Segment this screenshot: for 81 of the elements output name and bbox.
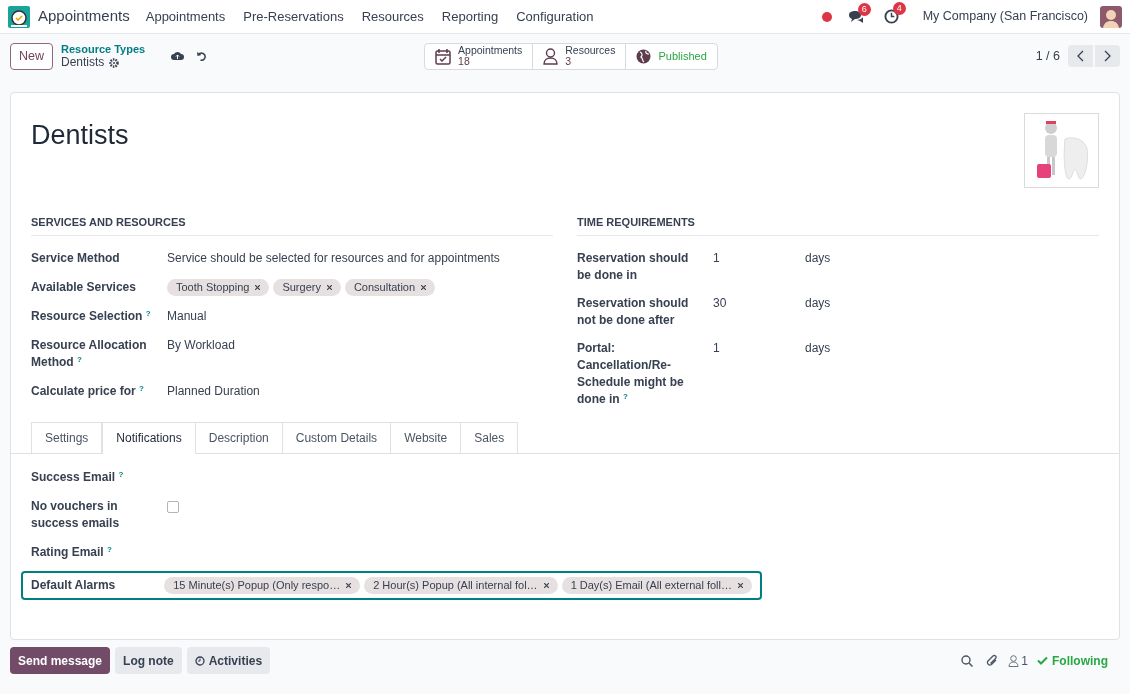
calendar-icon [435,47,452,65]
chatter-button[interactable]: Log note [115,647,182,674]
tab[interactable]: Website [391,421,462,453]
field-label: Available Services [31,278,137,296]
person-icon [543,47,559,65]
remove-tag-icon[interactable] [326,284,332,290]
remove-tag-icon[interactable] [255,284,261,290]
app-name[interactable]: Appointments [38,5,130,28]
person-icon [1008,654,1020,667]
field-label: Success Email $^{?}$ [31,468,125,486]
smart-button[interactable]: Resources 3 [532,43,626,69]
avatar-icon[interactable] [1100,5,1122,28]
pager-value[interactable]: 1 / 6 [1035,46,1060,66]
field-value[interactable]: Planned Duration [167,382,260,400]
breadcrumb-link[interactable]: Resource Types [61,43,146,56]
menu-item[interactable]: Configuration [516,6,594,27]
remove-tag-icon[interactable] [738,582,743,588]
field-label: Portal: Cancellation/Re-Schedule might be done in $^{?}$ [577,339,685,408]
undo-icon[interactable] [196,51,207,61]
tab[interactable]: Settings [31,421,103,453]
remove-tag-icon[interactable] [543,582,549,588]
unit-label: days [805,294,831,312]
field-label: Reservation should not be done after [577,294,690,329]
tag[interactable]: 15 Minute(s) Popup (Only respo… [164,576,361,594]
tag[interactable]: 2 Hour(s) Popup (All internal fol… [364,576,558,594]
menu-item[interactable]: Pre-Reservations [243,6,344,27]
record-title: Dentists [31,119,129,152]
focused-field-row[interactable]: Default Alarms 15 Minute(s) Popup (Only respo… 2 Hour(s) Popup (All internal fol… 1 Day(s) Email (All external foll… [21,570,762,600]
followers-button[interactable]: 1 [1008,651,1028,670]
paperclip-icon[interactable] [986,654,999,667]
breadcrumb-current: Dentists [61,56,105,69]
cloud-upload-icon[interactable] [171,51,185,61]
field-value[interactable]: Manual [167,307,207,325]
tab[interactable]: Sales [461,421,519,453]
notification-badge: 4 [892,2,906,15]
chat-icon[interactable] [847,9,864,24]
chevron-right-icon [1104,50,1111,62]
field-label: Resource Selection $^{?}$ [31,307,152,325]
company-name[interactable]: My Company (San Francisco) [922,7,1088,26]
menu-item[interactable]: Reporting [441,6,499,27]
unit-label: days [805,339,831,357]
clock-icon [194,655,205,666]
smart-button[interactable]: Appointments 18 [425,43,533,69]
field-value[interactable]: Service should be selected for resources and for appointments [167,249,500,267]
globe-icon [636,48,652,64]
notification-badge: 6 [857,2,871,16]
field-value[interactable]: By Workload [167,336,235,354]
field-label: No vouchers in success emails [31,497,121,532]
section-heading: SERVICES AND RESOURCES [31,214,553,236]
field-label: Service Method [31,249,121,267]
field-label: Default Alarms [31,576,117,594]
menu-item[interactable]: Resources [361,6,424,27]
clock-icon[interactable] [883,9,899,24]
search-icon[interactable] [961,654,974,667]
chevron-left-icon [1077,50,1084,62]
remove-tag-icon[interactable] [421,284,427,290]
tag[interactable]: Tooth Stopping [167,278,270,296]
field-value[interactable]: 30 [713,294,805,329]
checkbox[interactable] [167,500,179,513]
field-value[interactable]: 1 [713,339,805,408]
remove-tag-icon[interactable] [346,582,352,588]
tab[interactable]: Custom Details [282,421,392,453]
unit-label: days [805,249,831,267]
tab[interactable]: Description [195,421,283,453]
chatter-button[interactable]: Activities [186,647,271,674]
field-label: Rating Email $^{?}$ [31,543,113,561]
field-value[interactable]: 1 [713,249,805,284]
menu-item[interactable]: Appointments [145,6,226,27]
field-label: Reservation should be done in [577,249,690,284]
tab[interactable]: Notifications [102,421,196,454]
tag[interactable]: 1 Day(s) Email (All external foll… [561,576,752,594]
field-label: Calculate price for $^{?}$ [31,382,145,400]
tag[interactable]: Surgery [273,278,341,296]
chatter-button[interactable]: Send message [10,647,111,674]
app-logo-icon[interactable] [8,5,30,28]
settings-icon[interactable] [109,57,120,68]
check-icon [1037,656,1048,665]
field-label: Resource Allocation Method $^{?}$ [31,336,148,371]
section-heading: TIME REQUIREMENTS [577,214,1099,236]
new-button[interactable]: New [10,42,53,70]
tag[interactable]: Consultation [344,278,436,296]
